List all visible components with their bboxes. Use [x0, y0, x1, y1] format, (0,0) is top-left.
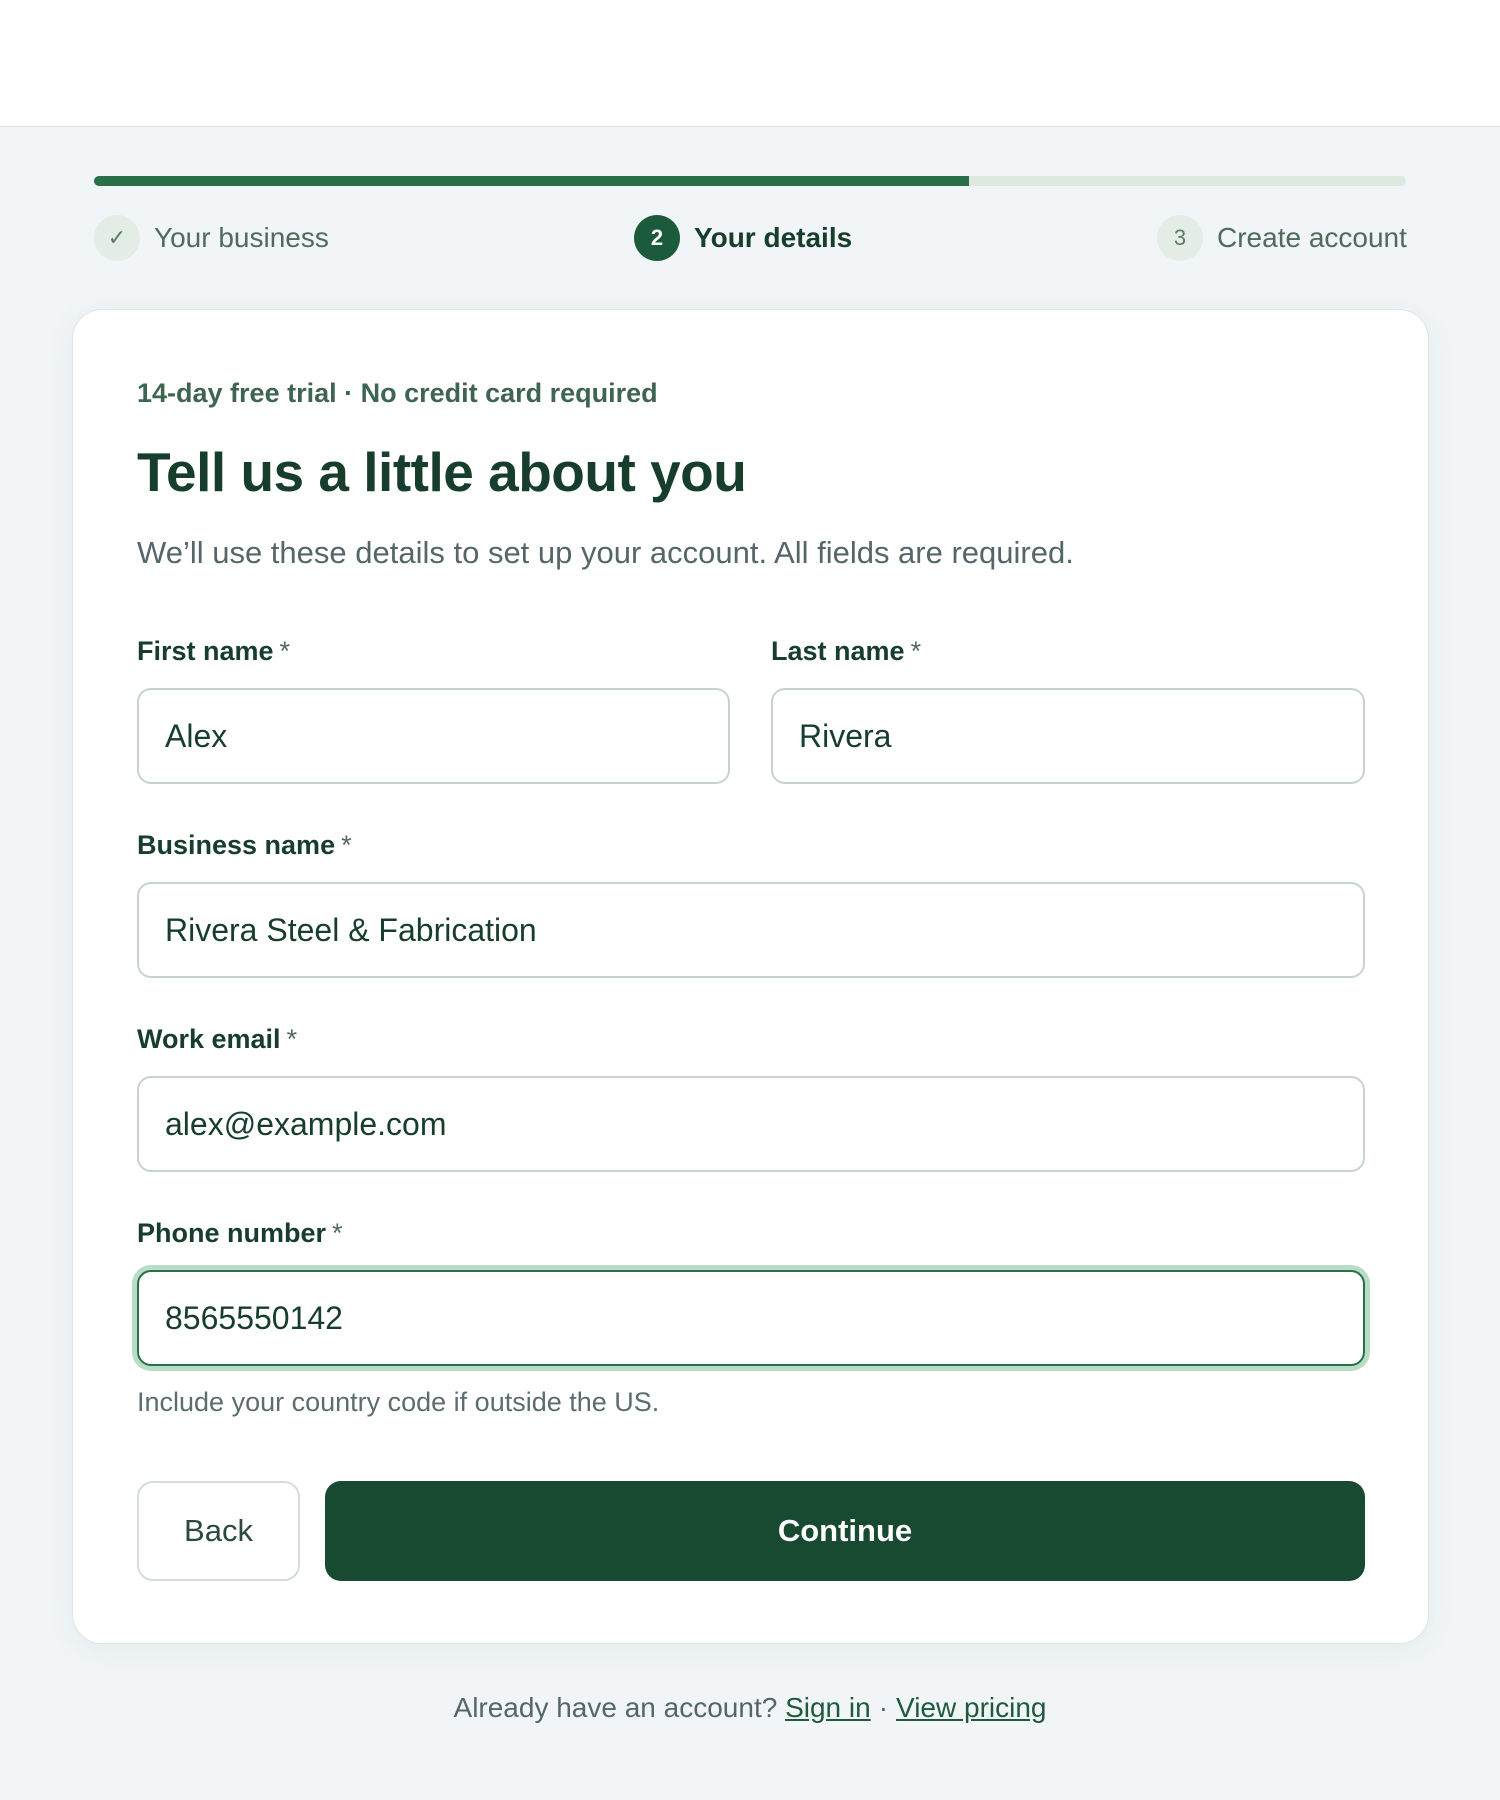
required-marker: * — [341, 830, 352, 860]
first-name-label-text: First name — [137, 636, 274, 666]
phone-number-label-text: Phone number — [137, 1218, 327, 1248]
page-title: Tell us a little about you — [137, 441, 747, 503]
first-name-input[interactable] — [137, 688, 730, 784]
required-marker: * — [286, 1024, 298, 1054]
step-your-details: 2 Your details — [634, 215, 852, 261]
required-marker: * — [332, 1218, 343, 1248]
step-label: Create account — [1217, 222, 1407, 253]
last-name-label: Last name * — [771, 636, 921, 667]
step-your-business: ✓ Your business — [94, 215, 329, 261]
progress-bar — [94, 176, 1406, 186]
step-label: Your business — [154, 222, 329, 253]
last-name-label-text: Last name — [771, 636, 905, 666]
footer-separator: · — [878, 1692, 889, 1723]
work-email-label: Work email * — [137, 1024, 297, 1055]
step-number: 2 — [634, 215, 680, 261]
trial-note: 14-day free trial · No credit card requi… — [137, 378, 658, 408]
step-create-account: 3 Create account — [1157, 215, 1407, 261]
business-name-label-text: Business name — [137, 830, 336, 860]
back-button[interactable]: Back — [137, 1481, 300, 1581]
required-marker: * — [910, 636, 922, 666]
view-pricing-link[interactable]: View pricing — [896, 1692, 1046, 1723]
footer-links: Already have an account? Sign in · View pr… — [0, 1692, 1500, 1724]
business-name-label: Business name * — [137, 830, 352, 861]
last-name-input[interactable] — [771, 688, 1365, 784]
sign-in-prompt: Already have an account? — [453, 1692, 778, 1723]
work-email-input[interactable] — [137, 1076, 1365, 1172]
step-label: Your details — [694, 222, 853, 253]
sign-in-link[interactable]: Sign in — [785, 1692, 871, 1723]
progress-bar-fill — [94, 176, 970, 186]
required-marker: * — [279, 636, 291, 666]
business-name-input[interactable] — [137, 882, 1365, 978]
phone-number-label: Phone number * — [137, 1218, 343, 1249]
signup-card: 14-day free trial · No credit card requi… — [72, 309, 1429, 1644]
top-bar — [0, 0, 1500, 127]
phone-number-input[interactable] — [137, 1270, 1365, 1366]
step-number: 3 — [1157, 215, 1203, 261]
work-email-label-text: Work email — [137, 1024, 281, 1054]
checkmark-icon: ✓ — [94, 215, 140, 261]
continue-button[interactable]: Continue — [325, 1481, 1365, 1581]
page-subtitle: We’ll use these details to set up your a… — [137, 535, 1074, 570]
first-name-label: First name * — [137, 636, 290, 667]
phone-hint: Include your country code if outside the… — [137, 1387, 660, 1417]
